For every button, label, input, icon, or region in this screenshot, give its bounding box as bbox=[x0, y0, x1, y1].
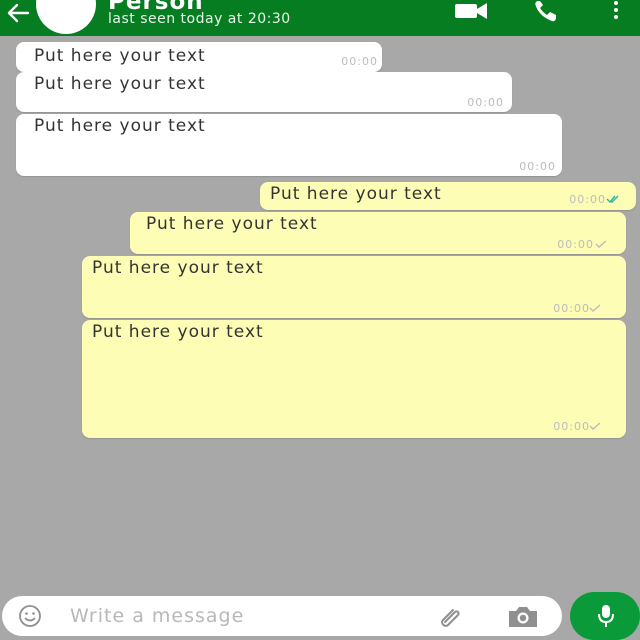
message-text: Put here your text bbox=[146, 214, 318, 234]
message-time: 00:00 bbox=[553, 302, 590, 315]
message-time: 00:00 bbox=[557, 238, 594, 251]
message-bubble-incoming[interactable]: Put here your text 00:00 bbox=[16, 114, 562, 176]
message-text: Put here your text bbox=[34, 116, 206, 136]
double-check-read-icon bbox=[606, 195, 619, 204]
emoji-icon[interactable] bbox=[18, 604, 42, 628]
message-time: 00:00 bbox=[341, 55, 378, 68]
phone-icon[interactable] bbox=[530, 0, 566, 24]
attach-icon[interactable] bbox=[436, 602, 466, 632]
video-call-icon[interactable] bbox=[452, 0, 492, 24]
message-composer bbox=[2, 596, 562, 636]
message-time: 00:00 bbox=[553, 420, 590, 433]
back-arrow-icon[interactable] bbox=[2, 0, 34, 30]
check-sent-icon bbox=[589, 304, 601, 312]
chat-screen: Person last seen today at 20:30 Put here… bbox=[0, 0, 640, 640]
message-bubble-incoming[interactable]: Put here your text 00:00 bbox=[16, 72, 512, 112]
message-text: Put here your text bbox=[34, 74, 206, 94]
message-list[interactable]: Put here your text 00:00 Put here your t… bbox=[0, 36, 640, 592]
last-seen-status: last seen today at 20:30 bbox=[108, 11, 291, 27]
message-text: Put here your text bbox=[270, 184, 442, 204]
mic-button[interactable] bbox=[570, 592, 640, 640]
message-bubble-outgoing[interactable]: Put here your text 00:00 bbox=[130, 212, 626, 254]
message-time: 00:00 bbox=[569, 193, 606, 206]
message-text: Put here your text bbox=[34, 46, 206, 66]
mic-icon bbox=[598, 605, 614, 627]
chat-header: Person last seen today at 20:30 bbox=[0, 0, 640, 36]
message-time: 00:00 bbox=[467, 96, 504, 109]
message-bubble-incoming[interactable]: Put here your text 00:00 bbox=[16, 42, 382, 72]
message-time: 00:00 bbox=[519, 160, 556, 173]
check-sent-icon bbox=[589, 422, 601, 430]
message-input[interactable] bbox=[64, 600, 400, 632]
message-text: Put here your text bbox=[92, 322, 264, 342]
message-text: Put here your text bbox=[92, 258, 264, 278]
message-bubble-outgoing[interactable]: Put here your text 00:00 bbox=[82, 256, 626, 318]
more-vert-icon[interactable] bbox=[604, 0, 628, 24]
check-sent-icon bbox=[595, 240, 607, 248]
message-bubble-outgoing[interactable]: Put here your text 00:00 bbox=[260, 182, 636, 210]
camera-icon[interactable] bbox=[506, 604, 540, 630]
avatar[interactable] bbox=[36, 0, 96, 34]
message-bubble-outgoing[interactable]: Put here your text 00:00 bbox=[82, 320, 626, 438]
